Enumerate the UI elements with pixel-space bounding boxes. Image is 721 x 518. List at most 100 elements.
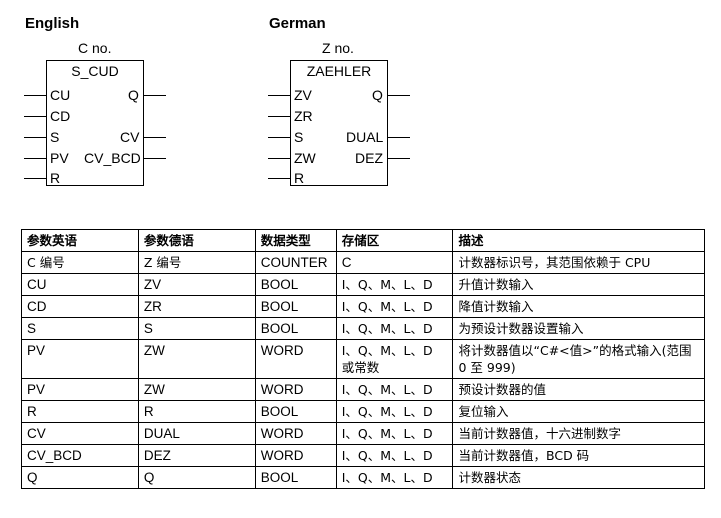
cell-memory-area: I、Q、M、L、D <box>335 444 454 467</box>
english-pin-cv: CV <box>120 129 140 145</box>
cell-param-english: CV_BCD <box>21 444 139 467</box>
cell-description: 预设计数器的值 <box>452 378 705 401</box>
table-row: R R BOOL I、Q、M、L、D 复位输入 <box>21 400 705 423</box>
cell-param-english: R <box>21 400 139 423</box>
english-block-title: S_CUD <box>71 63 119 79</box>
cell-param-german: DUAL <box>137 422 256 445</box>
english-pin-cv-bcd: CV_BCD <box>84 150 141 166</box>
cell-param-german: ZV <box>137 273 256 296</box>
table-row: CV DUAL WORD I、Q、M、L、D 当前计数器值，十六进制数字 <box>21 422 705 445</box>
table-row: PV ZW WORD I、Q、M、L、D 预设计数器的值 <box>21 378 705 401</box>
cell-param-german: R <box>137 400 256 423</box>
cell-description: 复位输入 <box>452 400 705 423</box>
english-counter-number-label: C no. <box>78 40 112 56</box>
cell-description: 降值计数输入 <box>452 295 705 318</box>
pin-line <box>268 178 290 179</box>
pin-line <box>388 95 410 96</box>
cell-description: 将计数器值以“C#<值>”的格式输入(范围 0 至 999) <box>452 339 705 379</box>
cell-param-german: ZW <box>137 378 256 401</box>
german-pin-dual: DUAL <box>346 129 384 145</box>
cell-param-german: S <box>137 317 256 340</box>
pin-line <box>24 178 46 179</box>
cell-param-english: Q <box>21 466 139 489</box>
cell-param-english: CV <box>21 422 139 445</box>
pin-line <box>268 116 290 117</box>
table-row: S S BOOL I、Q、M、L、D 为预设计数器设置输入 <box>21 317 705 340</box>
german-block-title: ZAEHLER <box>306 63 372 79</box>
german-pin-s: S <box>294 129 304 145</box>
cell-param-german: ZR <box>137 295 256 318</box>
table-row: Q Q BOOL I、Q、M、L、D 计数器状态 <box>21 466 705 489</box>
cell-memory-area: I、Q、M、L、D 或常数 <box>335 339 454 379</box>
cell-description: 当前计数器值，BCD 码 <box>452 444 705 467</box>
cell-param-german: ZW <box>137 339 256 379</box>
header-memory-area: 存储区 <box>335 229 454 252</box>
cell-memory-area: I、Q、M、L、D <box>335 317 454 340</box>
cell-memory-area: I、Q、M、L、D <box>335 466 454 489</box>
german-pin-zr: ZR <box>294 108 313 124</box>
table-row: PV ZW WORD I、Q、M、L、D 或常数 将计数器值以“C#<值>”的格… <box>21 339 705 379</box>
cell-data-type: WORD <box>254 339 337 379</box>
german-pin-dez: DEZ <box>355 150 383 166</box>
english-pin-pv: PV <box>50 150 69 166</box>
english-pin-s: S <box>50 129 60 145</box>
cell-param-english: C 编号 <box>21 251 139 274</box>
cell-data-type: BOOL <box>254 295 337 318</box>
table-row: CD ZR BOOL I、Q、M、L、D 降值计数输入 <box>21 295 705 318</box>
cell-description: 计数器标识号，其范围依赖于 CPU <box>452 251 705 274</box>
header-description: 描述 <box>452 229 705 252</box>
pin-line <box>24 137 46 138</box>
pin-line <box>268 158 290 159</box>
pin-line <box>144 137 166 138</box>
cell-description: 计数器状态 <box>452 466 705 489</box>
german-pin-q: Q <box>372 87 383 103</box>
pin-line <box>268 137 290 138</box>
cell-memory-area: I、Q、M、L、D <box>335 400 454 423</box>
pin-line <box>144 158 166 159</box>
cell-param-english: CU <box>21 273 139 296</box>
cell-memory-area: I、Q、M、L、D <box>335 273 454 296</box>
header-param-english: 参数英语 <box>21 229 139 252</box>
cell-data-type: BOOL <box>254 317 337 340</box>
cell-data-type: BOOL <box>254 400 337 423</box>
english-pin-q: Q <box>128 87 139 103</box>
cell-param-german: Z 编号 <box>137 251 256 274</box>
cell-param-english: PV <box>21 378 139 401</box>
cell-description: 为预设计数器设置输入 <box>452 317 705 340</box>
table-header-row: 参数英语 参数德语 数据类型 存储区 描述 <box>21 229 705 252</box>
cell-memory-area: C <box>335 251 454 274</box>
english-pin-cd: CD <box>50 108 71 124</box>
cell-param-german: DEZ <box>137 444 256 467</box>
cell-param-german: Q <box>137 466 256 489</box>
german-pin-zw: ZW <box>294 150 316 166</box>
cell-param-english: CD <box>21 295 139 318</box>
pin-line <box>388 158 410 159</box>
pin-line <box>24 158 46 159</box>
pin-line <box>24 116 46 117</box>
pin-line <box>268 95 290 96</box>
cell-data-type: BOOL <box>254 273 337 296</box>
table-row: CU ZV BOOL I、Q、M、L、D 升值计数输入 <box>21 273 705 296</box>
english-heading: English <box>25 15 80 32</box>
cell-data-type: WORD <box>254 378 337 401</box>
cell-description: 升值计数输入 <box>452 273 705 296</box>
german-heading: German <box>269 15 326 32</box>
cell-memory-area: I、Q、M、L、D <box>335 422 454 445</box>
cell-data-type: WORD <box>254 422 337 445</box>
cell-data-type: COUNTER <box>254 251 337 274</box>
pin-line <box>144 95 166 96</box>
cell-param-english: PV <box>21 339 139 379</box>
english-pin-r: R <box>50 170 61 186</box>
english-pin-cu: CU <box>50 87 71 103</box>
cell-memory-area: I、Q、M、L、D <box>335 378 454 401</box>
header-data-type: 数据类型 <box>254 229 337 252</box>
table-row: CV_BCD DEZ WORD I、Q、M、L、D 当前计数器值，BCD 码 <box>21 444 705 467</box>
pin-line <box>24 95 46 96</box>
cell-param-english: S <box>21 317 139 340</box>
cell-data-type: WORD <box>254 444 337 467</box>
german-pin-r: R <box>294 170 305 186</box>
german-counter-number-label: Z no. <box>322 40 354 56</box>
cell-data-type: BOOL <box>254 466 337 489</box>
cell-memory-area: I、Q、M、L、D <box>335 295 454 318</box>
table-row: C 编号 Z 编号 COUNTER C 计数器标识号，其范围依赖于 CPU <box>21 251 705 274</box>
